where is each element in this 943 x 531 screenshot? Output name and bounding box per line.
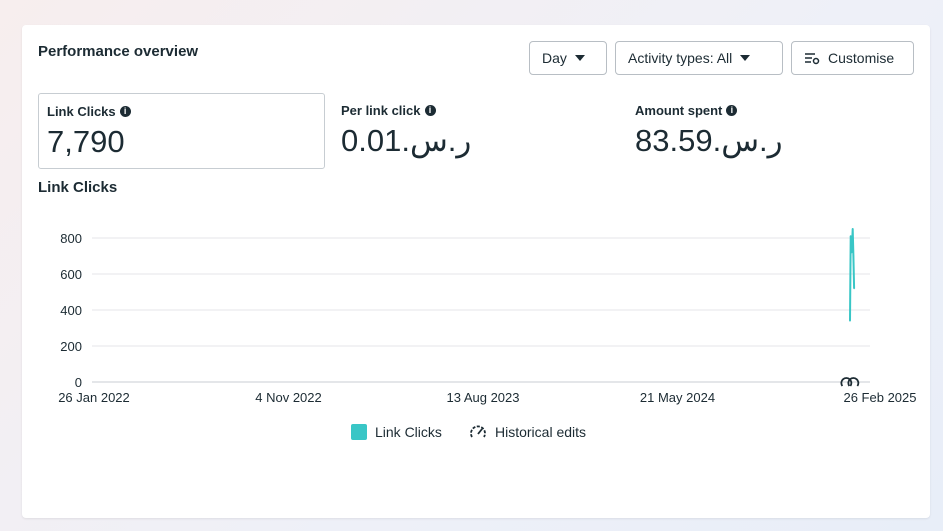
data-point	[853, 287, 855, 290]
teal-square-icon	[351, 424, 367, 440]
x-tick-label: 4 Nov 2022	[255, 390, 322, 405]
legend-item-historical-edits[interactable]: Historical edits	[469, 424, 586, 440]
data-point	[849, 235, 852, 237]
legend-label: Link Clicks	[375, 424, 442, 440]
performance-overview-card: Performance overview Day Activity types:…	[22, 25, 930, 518]
data-point	[851, 228, 854, 230]
legend-label: Historical edits	[495, 424, 587, 440]
y-tick-label: 0	[75, 375, 82, 390]
y-tick-label: 400	[60, 303, 82, 318]
x-tick-label: 26 Jan 2022	[58, 390, 130, 405]
x-tick-label: 13 Aug 2023	[446, 390, 519, 405]
link-clicks-chart: 0 200 400 600 800 26 Jan 2022 4 Nov 2022 13 Aug…	[58, 228, 917, 405]
x-tick-label: 26 Feb 2025	[843, 390, 916, 405]
y-tick-label: 600	[60, 267, 82, 282]
x-tick-label: 21 May 2024	[640, 390, 715, 405]
data-point	[851, 242, 853, 245]
gauge-icon	[470, 425, 486, 438]
y-tick-label: 800	[60, 231, 82, 246]
y-tick-label: 200	[60, 339, 82, 354]
legend-item-link-clicks[interactable]: Link Clicks	[351, 424, 442, 440]
data-point	[849, 320, 851, 322]
data-point	[852, 255, 855, 257]
data-point	[850, 251, 853, 254]
